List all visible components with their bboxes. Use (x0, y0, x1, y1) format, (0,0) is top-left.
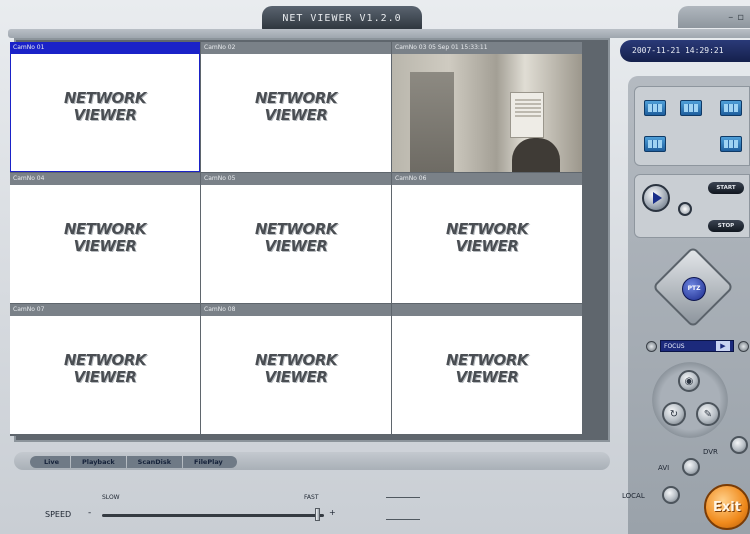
restore-icon[interactable]: ▫ (737, 12, 744, 23)
camera-cell-header: CamNo 07 (10, 304, 200, 316)
app-window: NET VIEWER V1.2.0 – ▫ CamNo 01 NETWORK VI… (0, 0, 750, 534)
camera-cell-8[interactable]: CamNo 08 NETWORK VIEWER (201, 304, 391, 434)
tab-live[interactable]: Live (30, 456, 71, 468)
network-viewer-logo: NETWORK VIEWER (63, 351, 147, 386)
camera-cell-6[interactable]: CamNo 06 NETWORK VIEWER (392, 173, 582, 303)
camera-cell-4[interactable]: CamNo 04 NETWORK VIEWER (10, 173, 200, 303)
record-icon[interactable] (678, 202, 692, 216)
rotate-icon[interactable]: ↻ (662, 402, 686, 426)
tab-scandisk[interactable]: ScanDisk (126, 456, 183, 468)
camera-cell-header: CamNo 08 (201, 304, 391, 316)
camera-cell-header: CamNo 06 (392, 173, 582, 185)
video-grid: CamNo 01 NETWORK VIEWER CamNo 02 NETWORK V… (10, 42, 602, 436)
local-label: LOCAL (622, 492, 645, 500)
tab-fileplay[interactable]: FilePlay (183, 456, 237, 468)
feed-air-conditioner-shape (510, 92, 544, 138)
ptz-center-button[interactable]: PTZ (682, 277, 706, 301)
dvr-label: DVR (703, 448, 718, 456)
layout-3x3-icon[interactable] (720, 100, 742, 116)
minimize-icon[interactable]: – (728, 12, 733, 23)
camera-cell-1[interactable]: CamNo 01 NETWORK VIEWER (10, 42, 200, 172)
top-bar (8, 29, 750, 38)
speed-slider-track[interactable] (102, 514, 324, 517)
focus-increase-icon[interactable] (738, 341, 749, 352)
speed-label: SPEED (45, 510, 72, 519)
layout-1x1-icon[interactable] (644, 100, 666, 116)
avi-label: AVI (658, 464, 670, 472)
camera-cell-header (392, 304, 582, 316)
feed-person-shape (512, 138, 560, 172)
camera-cell-header: CamNo 05 (201, 173, 391, 185)
mode-tabs: Live Playback ScanDisk FilePlay (30, 456, 238, 468)
focus-decrease-icon[interactable] (646, 341, 657, 352)
tab-playback[interactable]: Playback (71, 456, 126, 468)
local-button[interactable] (662, 486, 680, 504)
camera-cell-3[interactable]: CamNo 03 05 Sep 01 15:33:11 (392, 42, 582, 172)
network-viewer-logo: NETWORK VIEWER (445, 351, 529, 386)
layout-4x4-icon[interactable] (644, 136, 666, 152)
camera-cell-header: CamNo 04 (10, 173, 200, 185)
dvr-button[interactable] (730, 436, 748, 454)
live-camera-feed (392, 54, 582, 172)
datetime-display: 2007-11-21 14:29:21 (620, 40, 750, 62)
window-controls: – ▫ (678, 6, 750, 28)
speed-decrease-icon[interactable]: - (88, 508, 91, 518)
dropdown-arrow-icon[interactable]: ▶ (716, 341, 730, 351)
network-viewer-logo: NETWORK VIEWER (254, 89, 338, 124)
stop-button[interactable]: STOP (708, 220, 744, 232)
feed-door-shape (410, 72, 454, 172)
network-viewer-logo: NETWORK VIEWER (254, 220, 338, 255)
camera-cell-2[interactable]: CamNo 02 NETWORK VIEWER (201, 42, 391, 172)
divider-line (386, 497, 420, 498)
play-icon[interactable] (642, 184, 670, 212)
camera-cell-7[interactable]: CamNo 07 NETWORK VIEWER (10, 304, 200, 434)
layout-selector (634, 86, 750, 166)
camera-cell-header: CamNo 02 (201, 42, 391, 54)
speed-slow-label: SLOW (102, 494, 120, 501)
divider-line (386, 519, 420, 520)
tool-icon[interactable]: ✎ (696, 402, 720, 426)
layout-full-icon[interactable] (720, 136, 742, 152)
avi-button[interactable] (682, 458, 700, 476)
camera-cell-header: CamNo 01 (10, 42, 200, 54)
speed-fast-label: FAST (304, 494, 319, 501)
camera-cell-9[interactable]: NETWORK VIEWER (392, 304, 582, 434)
camera-cell-header: CamNo 03 05 Sep 01 15:33:11 (392, 42, 582, 54)
speed-increase-icon[interactable]: + (329, 508, 336, 517)
network-viewer-logo: NETWORK VIEWER (254, 351, 338, 386)
network-viewer-logo: NETWORK VIEWER (445, 220, 529, 255)
exit-button[interactable]: Exit (704, 484, 750, 530)
speed-slider-thumb[interactable] (314, 508, 320, 521)
layout-2x2-icon[interactable] (680, 100, 702, 116)
camera-cell-5[interactable]: CamNo 05 NETWORK VIEWER (201, 173, 391, 303)
zoom-center-icon[interactable]: ◉ (678, 370, 700, 392)
start-button[interactable]: START (708, 182, 744, 194)
network-viewer-logo: NETWORK VIEWER (63, 89, 147, 124)
window-title: NET VIEWER V1.2.0 (262, 6, 422, 30)
network-viewer-logo: NETWORK VIEWER (63, 220, 147, 255)
